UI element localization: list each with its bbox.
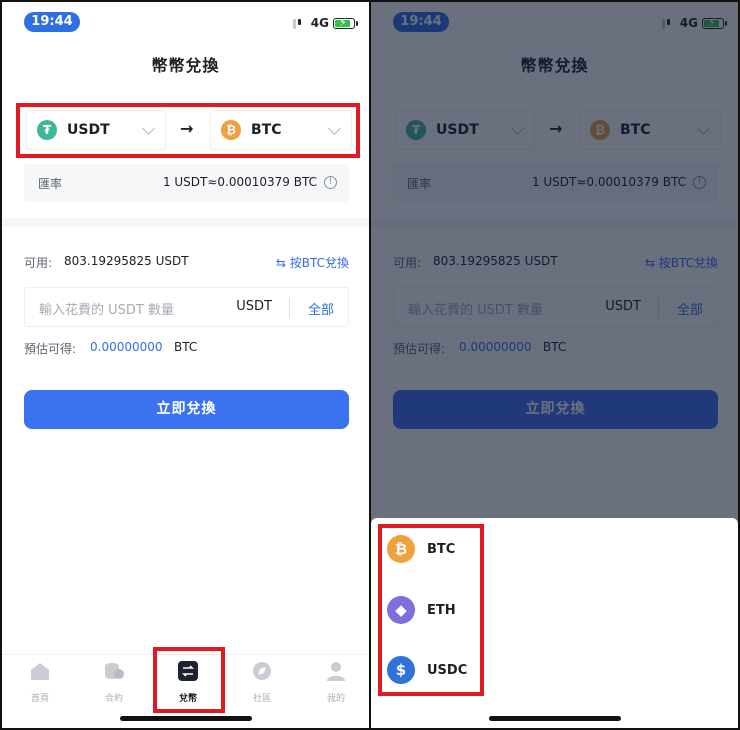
amount-input[interactable]: 輸入花費的 USDT 數量 USDT 全部: [24, 287, 349, 327]
switch-direction-link[interactable]: ⇆ 按BTC兌換: [276, 254, 349, 271]
all-button[interactable]: 全部: [308, 299, 334, 318]
user-icon: [327, 662, 345, 681]
tab-label: 合約: [104, 694, 123, 704]
home-indicator: [489, 716, 621, 721]
amount-unit: USDT: [236, 299, 272, 314]
home-icon: [31, 663, 49, 680]
status-time: 19:44: [24, 12, 80, 32]
tab-community[interactable]: 社區: [242, 661, 282, 704]
compass-icon: [253, 662, 271, 680]
amount-placeholder: 輸入花費的 USDT 數量: [39, 303, 174, 318]
tab-label: 我的: [326, 694, 345, 704]
coin-picker-sheet: ₿ BTC ◆ ETH $ USDC: [371, 518, 738, 728]
estimate-label: 預估可得:: [24, 342, 77, 356]
tab-label: 社區: [252, 694, 271, 704]
battery-icon: ⚡: [333, 16, 358, 29]
rate-box: 匯率 1 USDT≈0.00010379 BTC !: [24, 164, 349, 202]
signal-icon: [293, 19, 301, 29]
page-title: 幣幣兌換: [151, 56, 220, 75]
coins-icon: [105, 663, 124, 679]
available-value: 803.19295825 USDT: [64, 254, 189, 268]
available-label: 可用:: [24, 256, 53, 270]
info-icon[interactable]: !: [324, 176, 337, 189]
divider: [289, 298, 290, 318]
tab-home[interactable]: 首頁: [20, 661, 60, 704]
section-divider: [2, 218, 369, 227]
left-screen: 19:44 4G ⚡ 幣幣兌換 ₮ USDT → ₿ BTC 匯率 1 USDT…: [0, 0, 371, 730]
estimate-unit: BTC: [174, 340, 198, 354]
highlight-box-options: [378, 524, 484, 696]
home-indicator: [120, 716, 252, 721]
rate-label: 匯率: [38, 177, 63, 191]
tab-contract[interactable]: 合約: [94, 661, 134, 704]
network-label: 4G: [310, 16, 329, 30]
status-bar: 19:44 4G ⚡: [2, 10, 369, 34]
tab-profile[interactable]: 我的: [316, 661, 356, 704]
estimate-value: 0.00000000: [90, 340, 163, 354]
rate-value: 1 USDT≈0.00010379 BTC: [162, 175, 317, 189]
exchange-now-button[interactable]: 立即兌換: [24, 390, 349, 429]
highlight-box-tab: [153, 647, 225, 713]
right-screen: 19:44 4G ⚡ 幣幣兌換 ₮ USDT → ₿ BTC 匯率 1 USDT…: [369, 0, 740, 730]
highlight-box-pair: [16, 103, 360, 158]
tab-label: 首頁: [30, 694, 49, 704]
